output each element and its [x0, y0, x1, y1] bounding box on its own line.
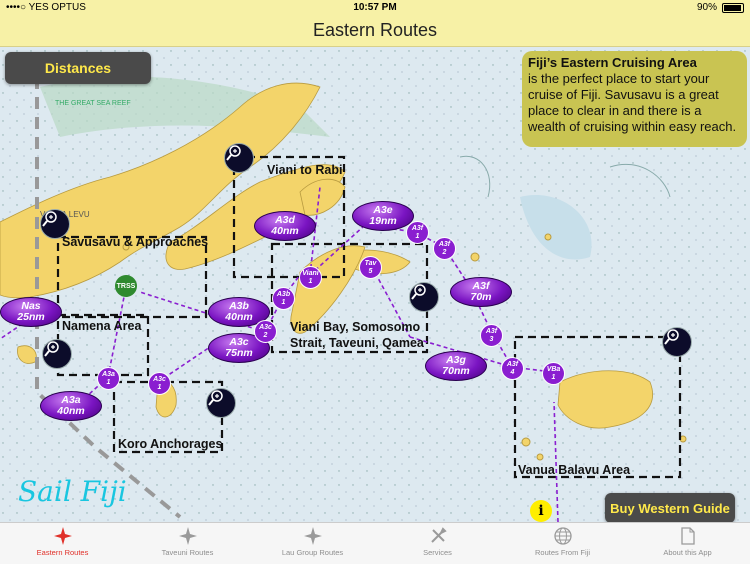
trss-marker[interactable]: TRSS: [115, 275, 137, 297]
globe-icon: [553, 526, 573, 546]
tab-taveuni-routes[interactable]: Taveuni Routes: [125, 523, 250, 564]
waypoint-a3f-3[interactable]: A3f 3: [480, 324, 503, 347]
zone-label-koro[interactable]: Koro Anchorages: [118, 436, 222, 452]
zone-label-namena[interactable]: Namena Area: [62, 318, 141, 334]
route-pill-nas[interactable]: Nas 25nm: [0, 297, 62, 327]
buy-western-guide-button[interactable]: Buy Western Guide: [605, 493, 735, 522]
waypoint-viani-1[interactable]: Viani 1: [299, 266, 322, 289]
zoom-magnifier-icon[interactable]: [206, 388, 236, 418]
status-right: 90%: [697, 2, 744, 13]
chart-map[interactable]: THE GREAT SEA REEF VANUA LEVU: [0, 47, 750, 522]
waypoint-a3f-4[interactable]: A3f 4: [501, 357, 524, 380]
sail-fiji-logo: Sail Fiji: [18, 475, 127, 508]
tab-lau-group-routes[interactable]: Lau Group Routes: [250, 523, 375, 564]
info-body: is the perfect place to start your cruis…: [528, 71, 737, 134]
zone-label-viani-bay[interactable]: Viani Bay, Somosomo Strait, Taveuni, Qam…: [290, 319, 430, 351]
status-bar: ••••○ YES OPTUS 10:57 PM 90%: [0, 0, 750, 16]
tab-services[interactable]: Services: [375, 523, 500, 564]
waypoint-vba-1[interactable]: VBa 1: [542, 362, 565, 385]
route-pill-a3g[interactable]: A3g 70nm: [425, 351, 487, 381]
great-sea-reef-label: THE GREAT SEA REEF: [55, 100, 131, 107]
zoom-magnifier-icon[interactable]: [40, 209, 70, 239]
waypoint-a3b-1[interactable]: A3b 1: [272, 287, 295, 310]
zone-label-vanua-balavu[interactable]: Vanua Balavu Area: [518, 462, 630, 478]
tab-eastern-routes[interactable]: Eastern Routes: [0, 523, 125, 564]
waypoint-a3f-2[interactable]: A3f 2: [433, 237, 456, 260]
zoom-magnifier-icon[interactable]: [224, 143, 254, 173]
battery-icon: [722, 2, 744, 13]
clock: 10:57 PM: [353, 2, 397, 13]
battery-percent: 90%: [696, 2, 717, 13]
info-panel: Fiji’s Eastern Cruising Area is the perf…: [522, 51, 747, 147]
waypoint-tav-5[interactable]: Tav 5: [359, 256, 382, 279]
route-pill-a3d[interactable]: A3d 40nm: [254, 211, 316, 241]
compass-rose-icon: [53, 526, 73, 546]
document-icon: [678, 526, 698, 546]
waypoint-a3c-2[interactable]: A3c 2: [254, 320, 277, 343]
zoom-magnifier-icon[interactable]: [409, 282, 439, 312]
navigation-bar: Eastern Routes: [0, 16, 750, 47]
zoom-magnifier-icon[interactable]: [662, 327, 692, 357]
tab-about-this-app[interactable]: About this App: [625, 523, 750, 564]
waypoint-a3f-1[interactable]: A3f 1: [406, 221, 429, 244]
zoom-magnifier-icon[interactable]: [42, 339, 72, 369]
route-pill-a3a[interactable]: A3a 40nm: [40, 391, 102, 421]
waypoint-a3a-1[interactable]: A3a 1: [97, 367, 120, 390]
waypoint-a3c-1[interactable]: A3c 1: [148, 372, 171, 395]
route-pill-a3f[interactable]: A3f 70m: [450, 277, 512, 307]
info-heading: Fiji’s Eastern Cruising Area: [528, 55, 697, 70]
route-pill-a3e[interactable]: A3e 19nm: [352, 201, 414, 231]
tab-bar: Eastern Routes Taveuni Routes Lau Group …: [0, 522, 750, 564]
page-title: Eastern Routes: [312, 20, 438, 40]
tools-icon: [428, 526, 448, 546]
info-icon[interactable]: i: [530, 500, 552, 522]
compass-rose-icon: [178, 526, 198, 546]
compass-rose-icon: [303, 526, 323, 546]
zone-label-viani-to-rabi[interactable]: Viani to Rabi: [267, 162, 342, 178]
distances-button[interactable]: Distances: [5, 52, 151, 84]
tab-routes-from-fiji[interactable]: Routes From Fiji: [500, 523, 625, 564]
zone-label-savusavu[interactable]: Savusavu & Approaches: [62, 234, 208, 250]
